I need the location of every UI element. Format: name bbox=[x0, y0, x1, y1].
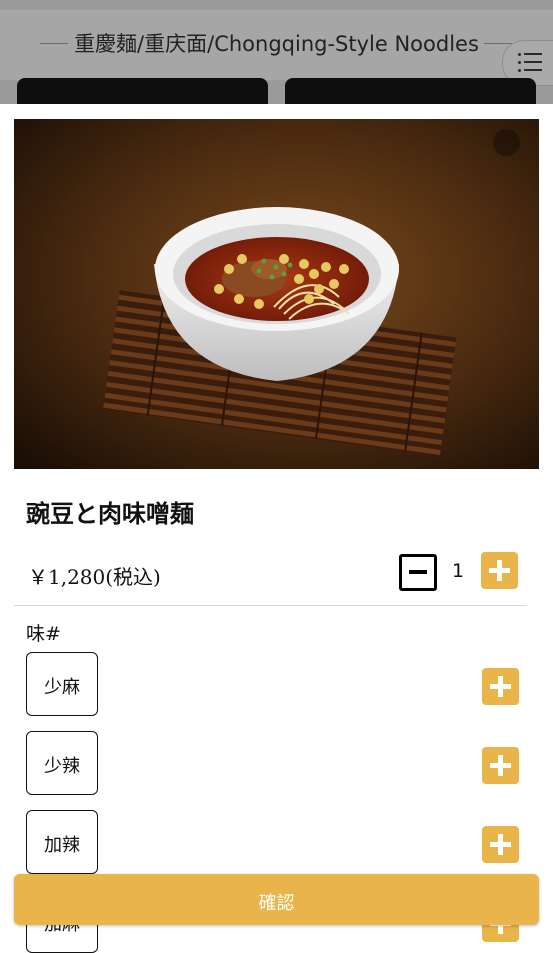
option-label: 少麻 bbox=[44, 677, 80, 698]
confirm-label: 確認 bbox=[258, 893, 295, 914]
option-label: 加辣 bbox=[44, 835, 80, 856]
title-divider-right bbox=[484, 43, 512, 44]
option-chip: 加辣 bbox=[26, 810, 98, 874]
quantity-decrease-button[interactable] bbox=[399, 554, 437, 591]
section-divider bbox=[14, 605, 527, 606]
noodle-bowl-photo bbox=[14, 119, 539, 469]
confirm-button[interactable]: 確認 bbox=[14, 874, 539, 925]
category-title: 重慶麺/重庆面/Chongqing-Style Noodles bbox=[74, 32, 479, 56]
quantity-value: 1 bbox=[451, 560, 465, 582]
item-name: 豌豆と肉味噌麺 bbox=[26, 499, 194, 528]
minus-icon bbox=[409, 570, 427, 574]
option-chip: 少辣 bbox=[26, 731, 98, 795]
option-add-button[interactable] bbox=[482, 668, 519, 705]
quantity-increase-button[interactable] bbox=[481, 552, 518, 589]
option-chip: 少麻 bbox=[26, 652, 98, 716]
option-add-button[interactable] bbox=[482, 826, 519, 863]
options-section-label: 味# bbox=[26, 623, 61, 645]
option-add-button[interactable] bbox=[482, 747, 519, 784]
option-label: 少辣 bbox=[44, 756, 80, 777]
close-button[interactable] bbox=[493, 129, 520, 156]
item-price: ￥1,280(税込) bbox=[28, 565, 161, 589]
